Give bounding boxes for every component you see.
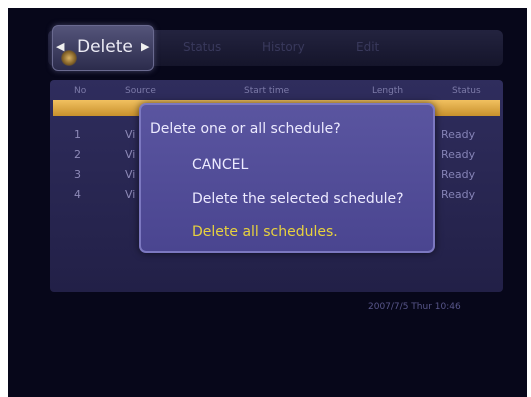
row-source: Vi bbox=[125, 168, 136, 181]
tab-status[interactable]: Status bbox=[183, 40, 221, 54]
tab-delete[interactable]: ◀ Delete ▶ bbox=[52, 25, 154, 71]
column-header-status: Status bbox=[452, 86, 481, 96]
column-header-no: No bbox=[74, 86, 87, 96]
selection-glow-icon bbox=[61, 50, 77, 66]
row-status: Ready bbox=[441, 168, 476, 181]
row-number: 3 bbox=[74, 168, 81, 181]
right-arrow-icon[interactable]: ▶ bbox=[141, 40, 149, 53]
row-source: Vi bbox=[125, 148, 136, 161]
tv-screen: ◀ Delete ▶ Status History Edit No Source… bbox=[8, 8, 527, 397]
row-number: 1 bbox=[74, 128, 81, 141]
tab-edit[interactable]: Edit bbox=[356, 40, 379, 54]
date-time-readout: 2007/7/5 Thur 10:46 bbox=[368, 302, 461, 312]
column-header-length: Length bbox=[372, 86, 404, 96]
dialog-title: Delete one or all schedule? bbox=[150, 121, 341, 137]
row-source: Vi bbox=[125, 128, 136, 141]
row-number: 4 bbox=[74, 188, 81, 201]
column-header-start-time: Start time bbox=[244, 86, 290, 96]
column-header-source: Source bbox=[125, 86, 156, 96]
row-number: 2 bbox=[74, 148, 81, 161]
tab-delete-label: Delete bbox=[77, 37, 133, 57]
tab-history[interactable]: History bbox=[262, 40, 305, 54]
row-status: Ready bbox=[441, 148, 476, 161]
row-source: Vi bbox=[125, 188, 136, 201]
delete-all-option[interactable]: Delete all schedules. bbox=[192, 224, 338, 240]
delete-selected-option[interactable]: Delete the selected schedule? bbox=[192, 191, 404, 207]
row-status: Ready bbox=[441, 128, 476, 141]
cancel-option[interactable]: CANCEL bbox=[192, 157, 248, 173]
row-status: Ready bbox=[441, 188, 476, 201]
delete-confirm-dialog: Delete one or all schedule? CANCEL Delet… bbox=[139, 103, 435, 253]
